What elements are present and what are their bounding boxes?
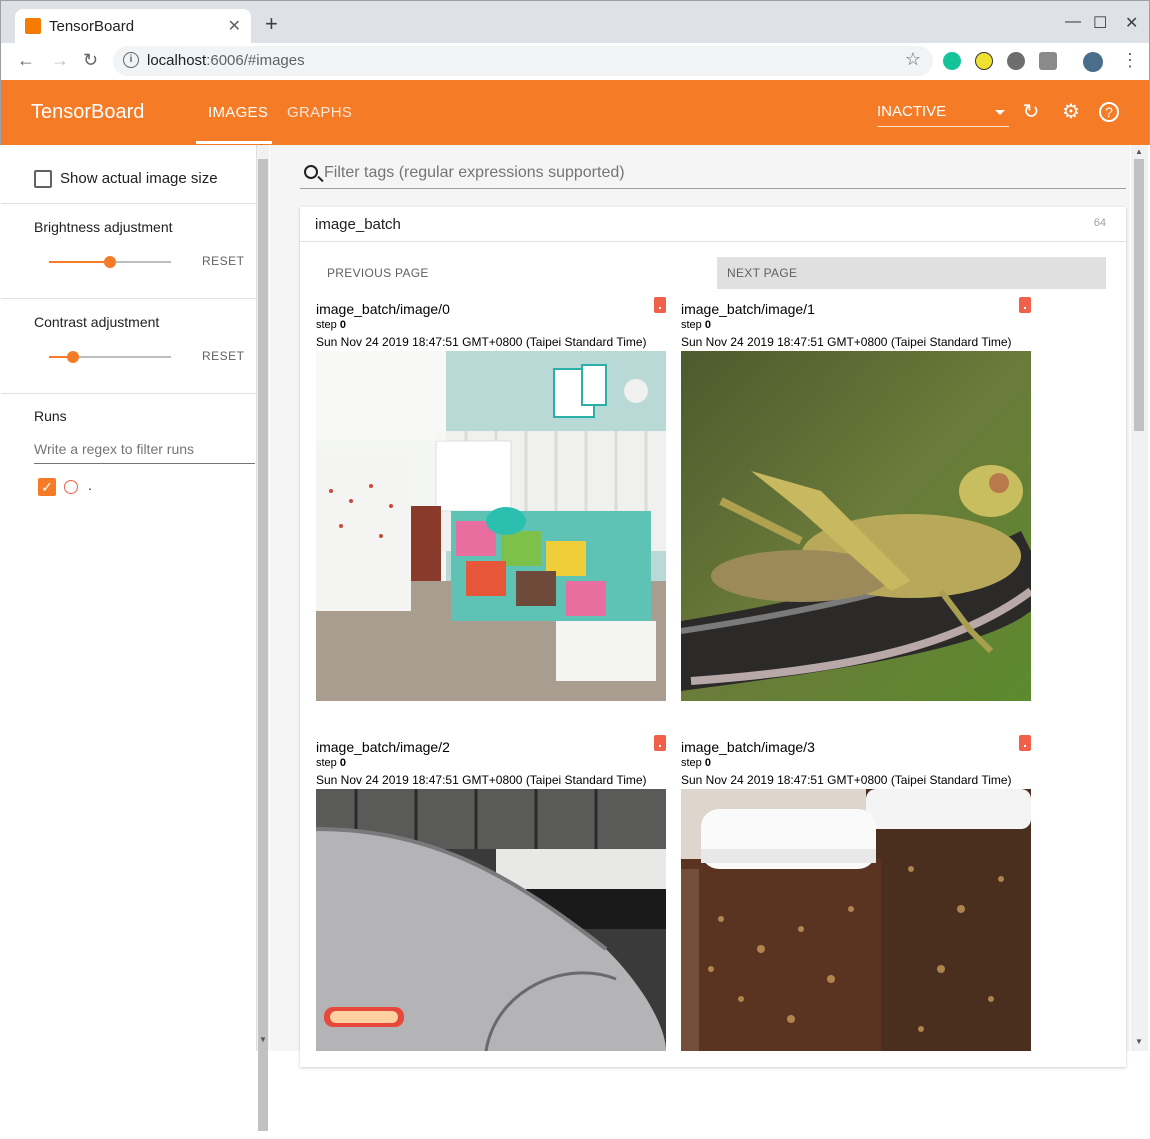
- scroll-down-icon[interactable]: ▼: [1135, 1037, 1143, 1046]
- image-step: step 0: [681, 757, 711, 769]
- minimize-icon[interactable]: —: [1065, 13, 1081, 31]
- run-name: .: [88, 477, 92, 493]
- train-image: [316, 789, 666, 1139]
- image-step: step 0: [316, 319, 346, 331]
- image-batch-card: image_batch 64 PREVIOUS PAGE NEXT PAGE i…: [300, 207, 1126, 1067]
- brightness-label: Brightness adjustment: [34, 219, 173, 235]
- browser-menu-icon[interactable]: ⋮: [1121, 50, 1139, 71]
- reload-data-icon[interactable]: ↻: [1019, 100, 1043, 124]
- brightness-reset-button[interactable]: RESET: [202, 254, 245, 268]
- browser-toolbar: ← → ↻ i localhost:6006/#images ☆ ⋮: [0, 43, 1150, 80]
- image-timestamp: Sun Nov 24 2019 18:47:51 GMT+0800 (Taipe…: [316, 773, 647, 787]
- jars-image: [681, 789, 1031, 1139]
- extension-icon[interactable]: [1007, 52, 1025, 70]
- main-scrollbar[interactable]: ▲ ▼: [1131, 145, 1148, 1051]
- tensorboard-header: TensorBoard IMAGES GRAPHS INACTIVE ↻ ⚙ ?: [0, 80, 1150, 145]
- forward-icon[interactable]: →: [51, 50, 69, 71]
- image-step: step 0: [316, 757, 346, 769]
- sidebar-scrollbar[interactable]: ▼: [257, 145, 269, 1131]
- image-timestamp: Sun Nov 24 2019 18:47:51 GMT+0800 (Taipe…: [316, 335, 647, 349]
- main-scroll-thumb[interactable]: [1134, 159, 1144, 431]
- tag-filter-input[interactable]: Filter tags (regular expressions support…: [300, 159, 1126, 189]
- address-bar[interactable]: i localhost:6006/#images ☆: [113, 46, 933, 76]
- extension-icon[interactable]: [975, 52, 993, 70]
- browser-tabstrip: TensorBoard ✕ + — ☐ ✕: [0, 0, 1150, 45]
- scroll-up-icon[interactable]: ▲: [1135, 147, 1143, 156]
- scroll-down-icon[interactable]: ▼: [259, 1035, 267, 1044]
- image-name: image_batch/image/0: [316, 301, 450, 317]
- bookmark-star-icon[interactable]: ☆: [905, 49, 921, 70]
- help-icon[interactable]: ?: [1099, 102, 1119, 122]
- dropdown-arrow-icon: [995, 110, 1005, 115]
- previous-page-button[interactable]: PREVIOUS PAGE: [317, 257, 707, 289]
- brightness-slider-knob[interactable]: [104, 256, 116, 268]
- tag-filter-placeholder: Filter tags (regular expressions support…: [324, 164, 625, 181]
- card-header[interactable]: image_batch 64: [300, 207, 1126, 242]
- image-timestamp: Sun Nov 24 2019 18:47:51 GMT+0800 (Taipe…: [681, 335, 1012, 349]
- url-path: :6006/#images: [206, 52, 305, 69]
- grasshopper-image: [681, 351, 1031, 701]
- group-tag-name: image_batch: [315, 216, 401, 233]
- bedroom-image: [316, 351, 666, 701]
- run-color-icon[interactable]: [64, 480, 78, 494]
- image-menu-button[interactable]: [654, 297, 666, 313]
- extension-icon[interactable]: [1039, 52, 1057, 70]
- contrast-slider-knob[interactable]: [67, 351, 79, 363]
- contrast-label: Contrast adjustment: [34, 314, 160, 330]
- brightness-slider-fill: [49, 261, 110, 263]
- show-actual-size-checkbox[interactable]: [34, 170, 52, 188]
- image-menu-button[interactable]: [1019, 297, 1031, 313]
- maximize-icon[interactable]: ☐: [1093, 13, 1107, 33]
- inactive-plugins-dropdown[interactable]: INACTIVE: [877, 102, 1009, 127]
- image-step: step 0: [681, 319, 711, 331]
- tab-images[interactable]: IMAGES: [208, 104, 268, 121]
- search-icon: [304, 165, 318, 179]
- tensorboard-favicon-icon: [25, 18, 41, 34]
- show-actual-size-label: Show actual image size: [60, 170, 218, 187]
- sidebar-scroll-thumb[interactable]: [258, 159, 268, 1131]
- group-count: 64: [1093, 217, 1106, 229]
- close-tab-icon[interactable]: ✕: [228, 16, 241, 36]
- browser-tab-title: TensorBoard: [49, 18, 135, 35]
- runs-filter-input[interactable]: Write a regex to filter runs: [34, 434, 255, 464]
- main-panel: Filter tags (regular expressions support…: [270, 145, 1130, 1067]
- image-menu-button[interactable]: [1019, 735, 1031, 751]
- contrast-reset-button[interactable]: RESET: [202, 349, 245, 363]
- dropdown-value: INACTIVE: [877, 103, 947, 120]
- profile-avatar[interactable]: [1083, 52, 1103, 72]
- image-name: image_batch/image/1: [681, 301, 815, 317]
- close-window-icon[interactable]: ✕: [1125, 13, 1138, 33]
- app-title: TensorBoard: [31, 101, 145, 123]
- new-tab-icon[interactable]: +: [265, 13, 278, 35]
- tab-graphs[interactable]: GRAPHS: [287, 104, 352, 121]
- settings-gear-icon[interactable]: ⚙: [1059, 100, 1083, 124]
- run-checkbox[interactable]: ✓: [38, 478, 56, 496]
- sidebar: Show actual image size Brightness adjust…: [1, 141, 266, 1051]
- grammarly-extension-icon[interactable]: [943, 52, 961, 70]
- image-timestamp: Sun Nov 24 2019 18:47:51 GMT+0800 (Taipe…: [681, 773, 1012, 787]
- back-icon[interactable]: ←: [17, 50, 35, 71]
- url-host: localhost: [147, 52, 207, 69]
- image-name: image_batch/image/2: [316, 739, 450, 755]
- next-page-button[interactable]: NEXT PAGE: [717, 257, 1106, 289]
- reload-icon[interactable]: ↻: [83, 50, 98, 71]
- runs-filter-placeholder: Write a regex to filter runs: [34, 441, 195, 457]
- browser-tab[interactable]: TensorBoard ✕: [15, 9, 251, 45]
- image-name: image_batch/image/3: [681, 739, 815, 755]
- site-info-icon[interactable]: i: [123, 52, 139, 68]
- image-menu-button[interactable]: [654, 735, 666, 751]
- runs-label: Runs: [34, 408, 67, 424]
